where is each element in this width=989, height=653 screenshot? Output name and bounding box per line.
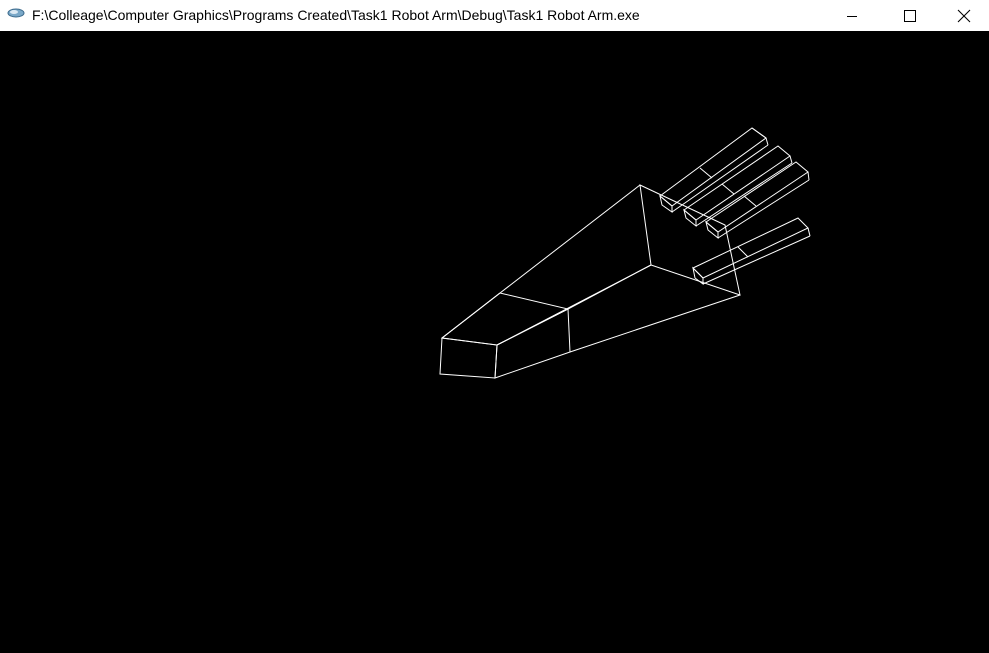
finger-1 (659, 127, 769, 213)
upper-arm-segment (439, 292, 571, 379)
thumb-finger (692, 217, 811, 285)
title-bar[interactable]: F:\Colleage\Computer Graphics\Programs C… (0, 0, 989, 31)
maximize-button[interactable] (881, 0, 939, 31)
robot-arm-wireframe (439, 127, 811, 379)
maximize-icon (904, 9, 916, 22)
close-icon (957, 9, 971, 23)
app-window: F:\Colleage\Computer Graphics\Programs C… (0, 0, 989, 653)
minimize-button[interactable] (823, 0, 881, 31)
app-icon[interactable] (6, 6, 26, 20)
finger-3 (705, 161, 810, 240)
minimize-icon (846, 10, 858, 22)
close-button[interactable] (939, 0, 989, 31)
forearm-segment (441, 184, 741, 353)
opengl-canvas[interactable] (0, 31, 989, 653)
window-title: F:\Colleage\Computer Graphics\Programs C… (32, 7, 640, 23)
